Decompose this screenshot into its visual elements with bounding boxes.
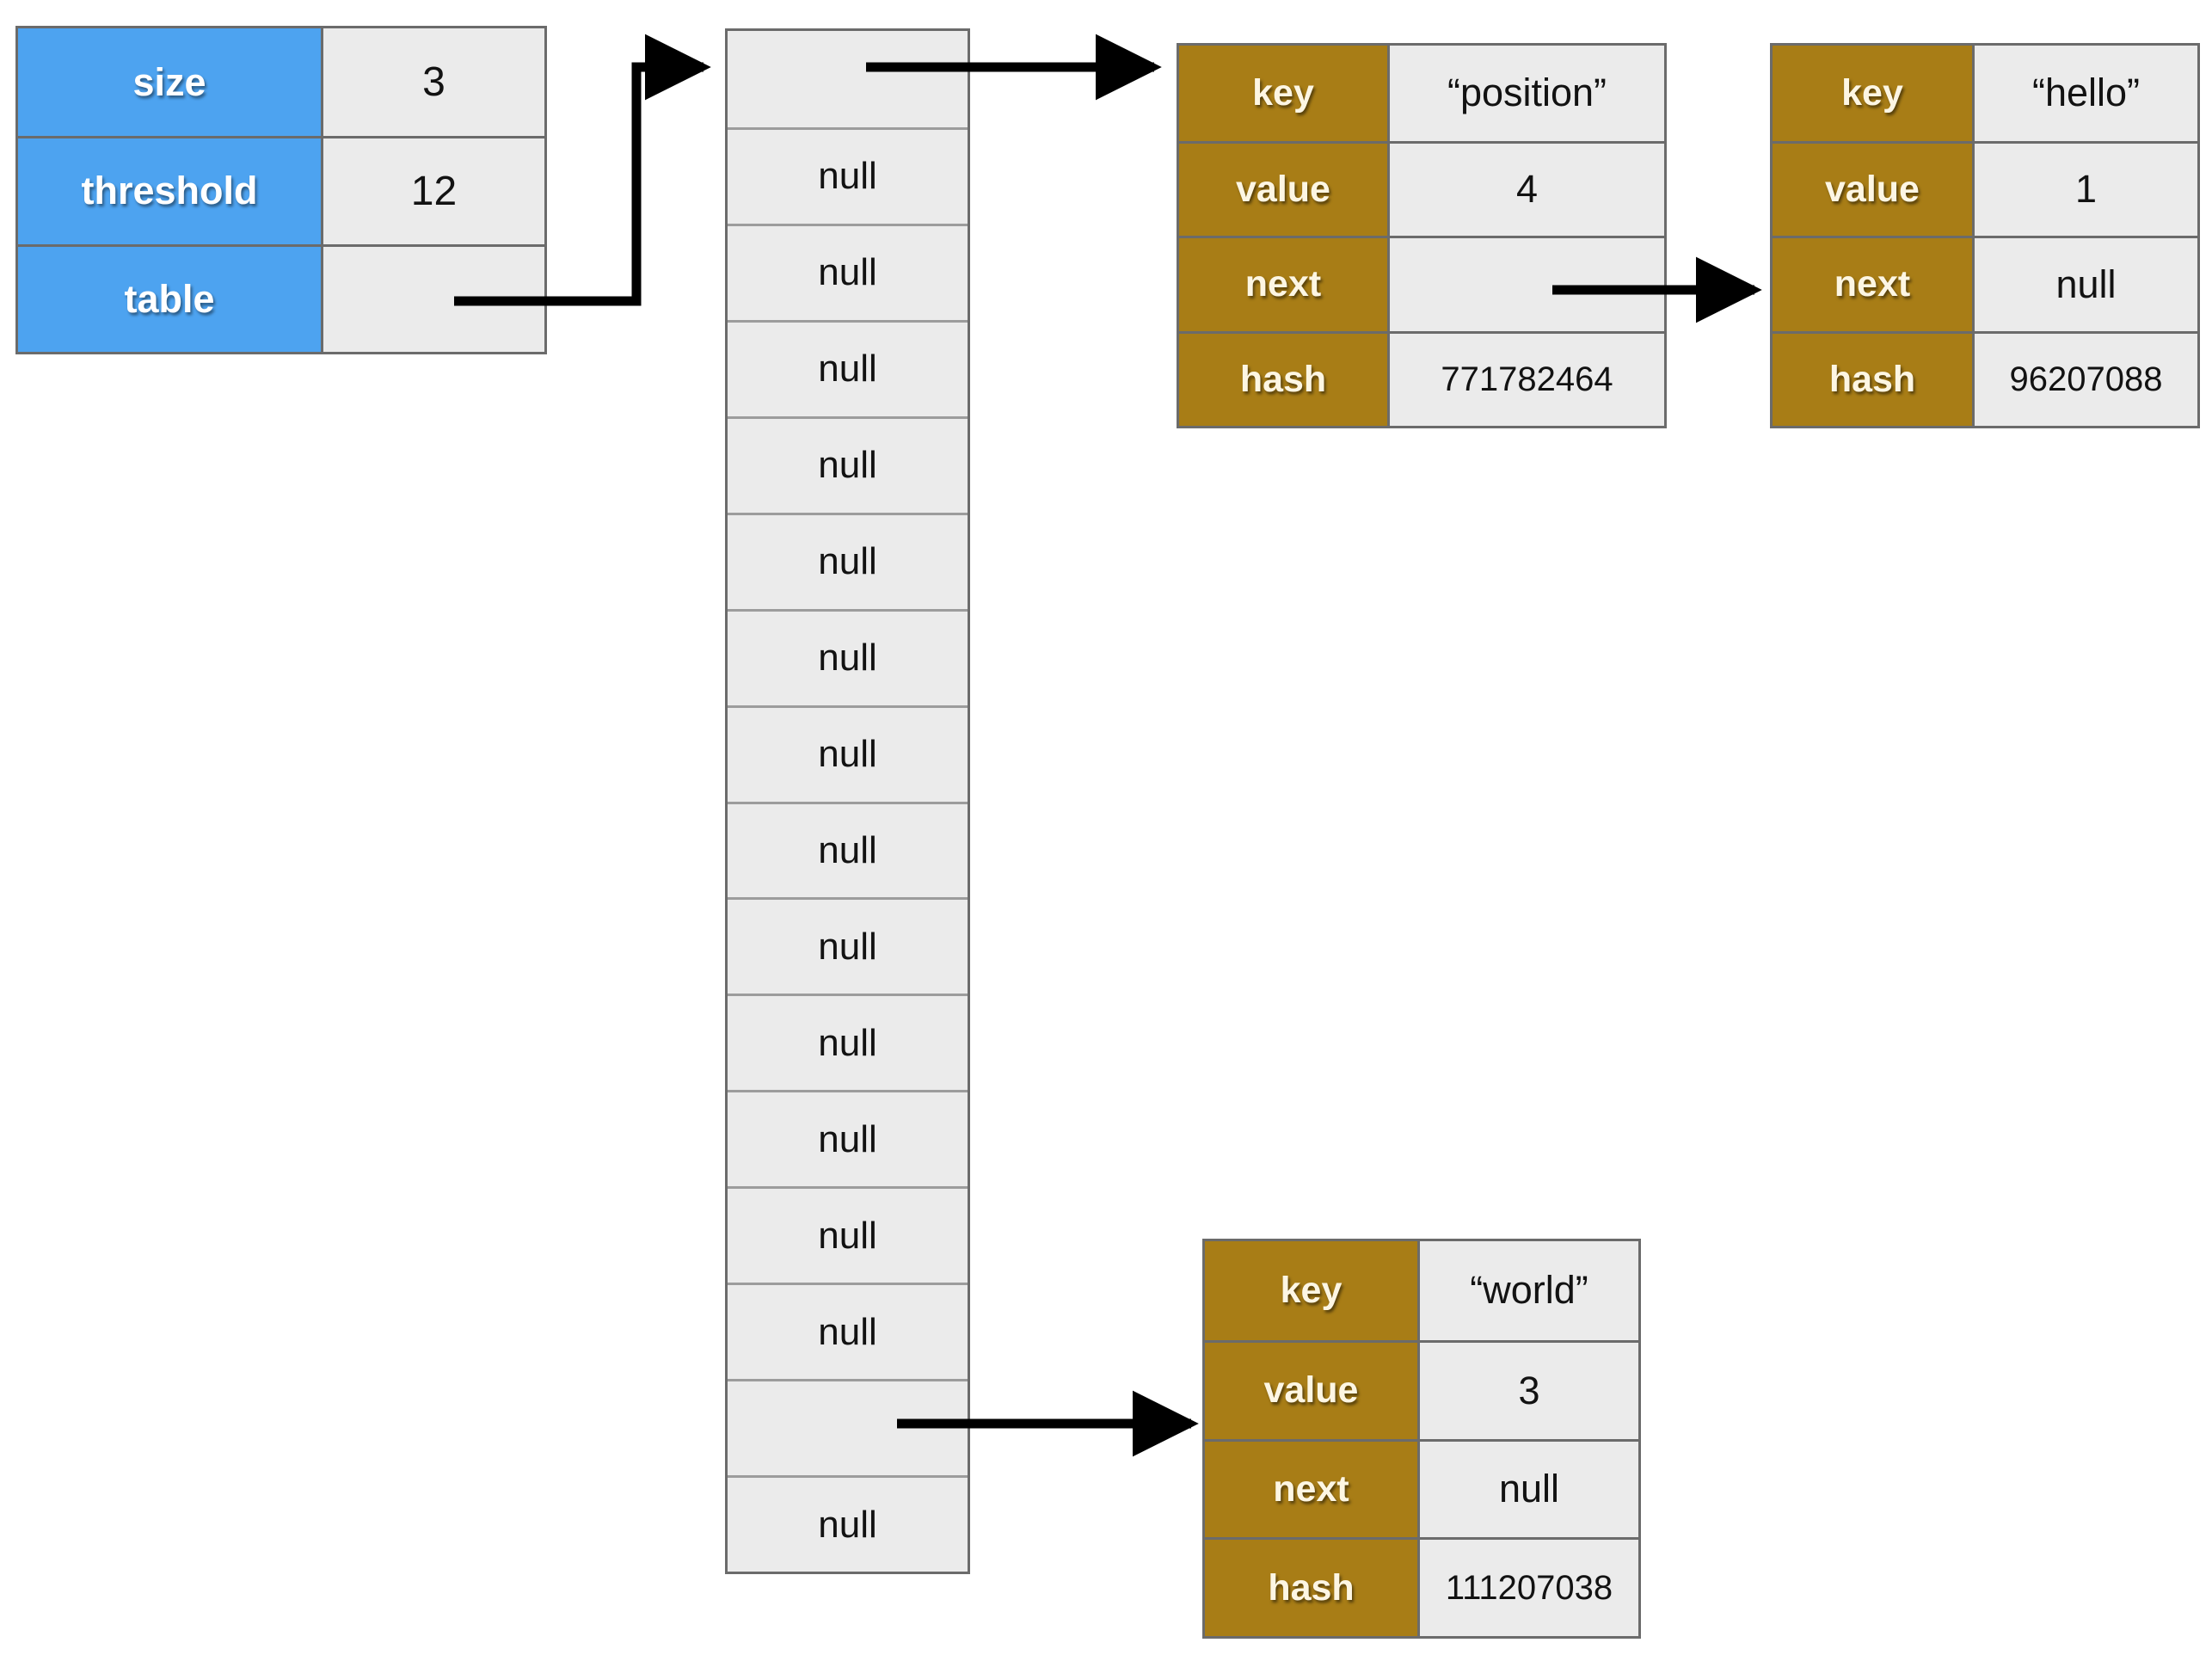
- hashmap-field-label-threshold: threshold: [18, 138, 323, 244]
- bucket-cell-7: null: [728, 704, 968, 802]
- entry-position-value-value: 4: [1390, 143, 1664, 236]
- entry-world-label-value: value: [1205, 1342, 1420, 1439]
- entry-node-position: key “position” value 4 next hash 7717824…: [1177, 43, 1667, 428]
- entry-node-world: key “world” value 3 next null hash 11120…: [1202, 1239, 1641, 1639]
- entry-world-row-value: value 3: [1205, 1339, 1638, 1439]
- entry-world-row-next: next null: [1205, 1438, 1638, 1538]
- entry-position-label-value: value: [1179, 143, 1390, 236]
- entry-world-value-value: 3: [1420, 1342, 1638, 1439]
- bucket-cell-11: null: [728, 1090, 968, 1187]
- entry-position-row-hash: hash 771782464: [1179, 330, 1664, 426]
- bucket-cell-3: null: [728, 319, 968, 416]
- bucket-cell-5: null: [728, 512, 968, 609]
- bucket-array: null null null null null null null null …: [725, 28, 970, 1574]
- entry-hello-value-next: null: [1975, 238, 2197, 331]
- entry-world-value-hash: 111207038: [1420, 1540, 1638, 1636]
- entry-position-label-hash: hash: [1179, 333, 1390, 426]
- bucket-cell-15: null: [728, 1475, 968, 1572]
- entry-world-label-key: key: [1205, 1241, 1420, 1340]
- bucket-cell-14: [728, 1379, 968, 1476]
- entry-position-value-key: “position”: [1390, 46, 1664, 141]
- entry-hello-row-next: next null: [1773, 236, 2197, 331]
- hashmap-field-label-size: size: [18, 28, 323, 137]
- entry-hello-label-value: value: [1773, 143, 1975, 236]
- bucket-cell-1: null: [728, 126, 968, 224]
- entry-hello-label-hash: hash: [1773, 333, 1975, 426]
- bucket-cell-13: null: [728, 1283, 968, 1380]
- entry-hello-label-next: next: [1773, 238, 1975, 331]
- entry-position-value-next: [1390, 238, 1664, 331]
- hashmap-field-row-threshold: threshold 12: [18, 136, 544, 244]
- entry-hello-row-value: value 1: [1773, 140, 2197, 236]
- bucket-cell-4: null: [728, 415, 968, 513]
- entry-position-row-next: next: [1179, 236, 1664, 331]
- entry-hello-label-key: key: [1773, 46, 1975, 141]
- bucket-cell-6: null: [728, 608, 968, 705]
- bucket-cell-8: null: [728, 801, 968, 898]
- entry-position-label-next: next: [1179, 238, 1390, 331]
- hashmap-field-row-size: size 3: [18, 28, 544, 137]
- hashmap-diagram-canvas: size 3 threshold 12 table null null null…: [0, 0, 2212, 1655]
- bucket-cell-10: null: [728, 994, 968, 1091]
- entry-world-label-next: next: [1205, 1441, 1420, 1538]
- bucket-cell-2: null: [728, 223, 968, 320]
- hashmap-field-row-table: table: [18, 243, 544, 352]
- hashmap-field-value-threshold: 12: [323, 138, 544, 244]
- bucket-cell-0: [728, 31, 968, 127]
- entry-hello-value-key: “hello”: [1975, 46, 2197, 141]
- entry-hello-value-value: 1: [1975, 143, 2197, 236]
- entry-hello-row-key: key “hello”: [1773, 46, 2197, 141]
- entry-node-hello: key “hello” value 1 next null hash 96207…: [1770, 43, 2200, 428]
- entry-world-value-next: null: [1420, 1441, 1638, 1538]
- entry-position-label-key: key: [1179, 46, 1390, 141]
- hashmap-field-value-table: [323, 246, 544, 352]
- entry-world-value-key: “world”: [1420, 1241, 1638, 1340]
- hashmap-field-value-size: 3: [323, 28, 544, 137]
- entry-hello-row-hash: hash 96207088: [1773, 330, 2197, 426]
- bucket-cell-9: null: [728, 897, 968, 994]
- hashmap-field-label-table: table: [18, 246, 323, 352]
- entry-hello-value-hash: 96207088: [1975, 333, 2197, 426]
- entry-position-row-key: key “position”: [1179, 46, 1664, 141]
- entry-world-row-key: key “world”: [1205, 1241, 1638, 1340]
- hashmap-object-table: size 3 threshold 12 table: [15, 26, 547, 354]
- entry-world-row-hash: hash 111207038: [1205, 1537, 1638, 1636]
- entry-position-row-value: value 4: [1179, 140, 1664, 236]
- bucket-cell-12: null: [728, 1186, 968, 1283]
- entry-world-label-hash: hash: [1205, 1540, 1420, 1636]
- entry-position-value-hash: 771782464: [1390, 333, 1664, 426]
